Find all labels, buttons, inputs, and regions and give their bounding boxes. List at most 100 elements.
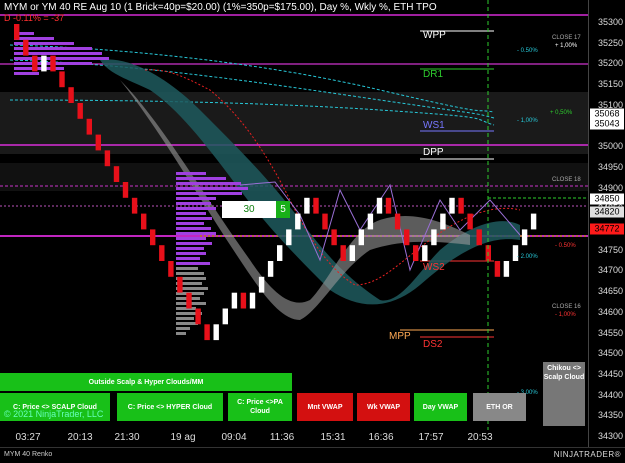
price-label: 34500 bbox=[597, 348, 623, 359]
up-brick bbox=[231, 292, 238, 309]
down-brick bbox=[113, 166, 120, 182]
level-dr1: DR1 bbox=[423, 69, 444, 80]
price-label: 35250 bbox=[597, 37, 623, 48]
down-brick bbox=[494, 261, 501, 277]
time-label: 21:30 bbox=[114, 432, 140, 443]
close-top-pct: + 1,00% bbox=[555, 43, 578, 49]
down-brick bbox=[394, 213, 401, 230]
mnt-vwap-button[interactable]: Mnt VWAP bbox=[297, 393, 353, 421]
price-label: 34350 bbox=[597, 410, 623, 421]
price-axis[interactable]: 3530035250352003515035100350503500034950… bbox=[588, 0, 625, 447]
time-label: 15:31 bbox=[320, 432, 346, 443]
time-label: 11:36 bbox=[269, 432, 295, 443]
down-brick bbox=[131, 197, 138, 214]
up-brick bbox=[258, 276, 265, 293]
volume-box: 30 5 bbox=[222, 201, 290, 218]
volume-value: 30 bbox=[222, 201, 276, 218]
up-brick bbox=[521, 229, 528, 246]
up-brick bbox=[213, 324, 219, 341]
price-label: 34550 bbox=[597, 327, 623, 338]
time-label: 19 ag bbox=[170, 432, 196, 443]
down-brick bbox=[95, 134, 101, 151]
chart-title: MYM or YM 40 RE Aug 10 (1 Brick=40p=$20.… bbox=[4, 2, 437, 13]
down-brick bbox=[467, 213, 473, 230]
price-label: 34750 bbox=[597, 244, 623, 255]
level-ds2: DS2 bbox=[423, 339, 443, 350]
down-brick bbox=[50, 55, 56, 72]
up-brick bbox=[286, 229, 292, 246]
price-label: 34450 bbox=[597, 368, 623, 379]
down-brick bbox=[385, 197, 392, 214]
level-ws1: WS1 bbox=[423, 120, 445, 131]
down-brick bbox=[23, 39, 29, 56]
up-brick bbox=[422, 245, 428, 261]
down-brick bbox=[340, 245, 346, 261]
down-brick bbox=[68, 87, 74, 103]
pct-m050: - 0.50% bbox=[555, 243, 576, 249]
down-brick bbox=[322, 213, 328, 230]
volume-count: 5 bbox=[276, 201, 290, 218]
time-label: 16:36 bbox=[368, 432, 394, 443]
down-brick bbox=[141, 213, 147, 230]
down-brick bbox=[122, 182, 129, 198]
wk-vwap-button[interactable]: Wk VWAP bbox=[357, 393, 410, 421]
up-brick bbox=[530, 213, 537, 230]
down-brick bbox=[195, 308, 201, 325]
instrument-label: MYM 40 Renko bbox=[4, 451, 53, 458]
close-mid-label: CLOSE 18 bbox=[552, 177, 581, 183]
price-label: 35150 bbox=[597, 79, 623, 90]
up-brick bbox=[367, 213, 374, 230]
down-brick bbox=[204, 324, 210, 341]
down-brick bbox=[476, 229, 482, 246]
up-brick bbox=[295, 213, 301, 230]
down-brick bbox=[14, 24, 20, 40]
pa-cloud-button[interactable]: C: Price <>PA Cloud bbox=[228, 393, 292, 421]
outside-clouds-banner[interactable]: Outside Scalp & Hyper Clouds/MM bbox=[0, 373, 292, 391]
chikou-button[interactable]: Chikou <> Scalp Cloud bbox=[543, 362, 585, 426]
time-label: 20:53 bbox=[467, 432, 493, 443]
up-brick bbox=[41, 55, 47, 72]
price-label: 34900 bbox=[597, 182, 623, 193]
price-label: 34400 bbox=[597, 389, 623, 400]
price-label: 34650 bbox=[597, 286, 623, 297]
down-brick bbox=[159, 245, 165, 261]
price-label: 35200 bbox=[597, 58, 623, 69]
copyright: © 2021 NinjaTrader, LLC bbox=[4, 409, 104, 419]
down-brick bbox=[59, 71, 65, 88]
down-brick bbox=[404, 229, 410, 246]
time-label: 17:57 bbox=[418, 432, 444, 443]
price-label: 34700 bbox=[597, 265, 623, 276]
price-tag: 34772 bbox=[590, 223, 624, 235]
up-brick bbox=[304, 197, 310, 214]
level-dpp: DPP bbox=[423, 147, 444, 158]
value-area-band-2 bbox=[0, 163, 588, 191]
up-brick bbox=[449, 197, 455, 214]
down-brick bbox=[331, 229, 337, 246]
pct-050: - 0.50% bbox=[517, 48, 538, 54]
hyper-cloud-button[interactable]: C: Price <> HYPER Cloud bbox=[117, 393, 223, 421]
price-label: 35300 bbox=[597, 17, 623, 27]
level-mpp: MPP bbox=[389, 331, 411, 342]
close-low-label: CLOSE 16 bbox=[552, 304, 581, 310]
down-brick bbox=[104, 150, 111, 167]
up-brick bbox=[267, 261, 274, 277]
down-brick bbox=[313, 197, 319, 214]
price-tag: 34850 bbox=[590, 193, 624, 205]
price-tag: 35043 bbox=[590, 118, 624, 130]
up-brick bbox=[503, 261, 510, 277]
day-vwap-button[interactable]: Day VWAP bbox=[414, 393, 467, 421]
eth-or-button[interactable]: ETH OR bbox=[473, 393, 526, 421]
pct-100: - 1,00% bbox=[517, 118, 538, 124]
down-brick bbox=[168, 261, 174, 277]
pct-m200: - 2.00% bbox=[517, 254, 538, 260]
down-brick bbox=[77, 103, 83, 119]
down-brick bbox=[177, 276, 183, 293]
down-brick bbox=[240, 292, 247, 309]
level-ws2: WS2 bbox=[423, 262, 445, 273]
up-brick bbox=[249, 292, 256, 309]
day-change: D -0.11% = -37 bbox=[4, 13, 65, 23]
up-brick bbox=[358, 229, 364, 246]
status-bar: MYM 40 Renko NINJATRADER® bbox=[0, 447, 625, 463]
ninjatrader-logo: NINJATRADER® bbox=[553, 450, 621, 459]
time-label: 09:04 bbox=[221, 432, 247, 443]
